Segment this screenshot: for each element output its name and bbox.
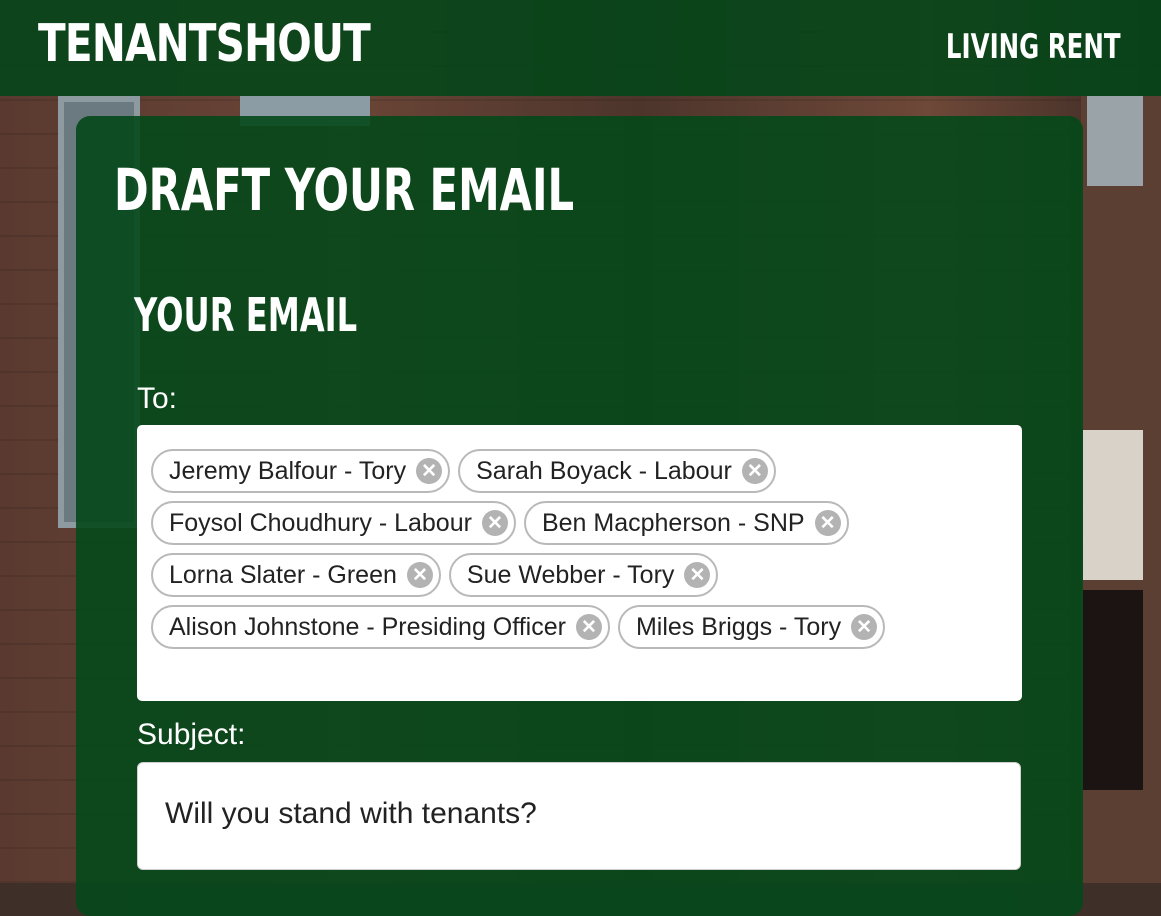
recipient-chip[interactable]: Miles Briggs - Tory ✕: [617, 605, 886, 649]
recipient-chip[interactable]: Sue Webber - Tory ✕: [448, 553, 719, 597]
remove-recipient-icon[interactable]: ✕: [741, 458, 768, 484]
remove-recipient-icon[interactable]: ✕: [684, 562, 711, 588]
remove-recipient-icon[interactable]: ✕: [575, 614, 602, 640]
section-title: YOUR EMAIL: [134, 288, 358, 342]
recipient-chip[interactable]: Jeremy Balfour - Tory ✕: [151, 449, 451, 493]
remove-recipient-icon[interactable]: ✕: [481, 510, 508, 536]
top-nav-bar: TENANTSHOUT LIVING RENT: [0, 0, 1161, 96]
recipient-row: Foysol Choudhury - Labour ✕ Ben Macpherson…: [151, 501, 1022, 545]
brand-logo[interactable]: TENANTSHOUT: [38, 14, 371, 74]
recipient-chip-label: Sarah Boyack - Labour: [476, 456, 732, 485]
draft-email-card: DRAFT YOUR EMAIL YOUR EMAIL To: Jeremy B…: [76, 116, 1083, 916]
recipient-chip-label: Miles Briggs - Tory: [635, 612, 842, 641]
org-link[interactable]: LIVING RENT: [946, 27, 1121, 67]
recipient-chip-label: Alison Johnstone - Presiding Officer: [169, 612, 566, 641]
recipient-chip-label: Sue Webber - Tory: [466, 560, 675, 589]
subject-label: Subject:: [137, 718, 246, 751]
recipient-chip-label: Ben Macpherson - SNP: [541, 508, 805, 537]
recipient-row: Alison Johnstone - Presiding Officer ✕ Mil…: [151, 605, 1022, 649]
remove-recipient-icon[interactable]: ✕: [851, 614, 878, 640]
remove-recipient-icon[interactable]: ✕: [406, 562, 433, 588]
remove-recipient-icon[interactable]: ✕: [814, 510, 841, 536]
recipients-field[interactable]: Jeremy Balfour - Tory ✕ Sarah Boyack - Lab…: [137, 425, 1022, 701]
recipient-chip[interactable]: Sarah Boyack - Labour ✕: [458, 449, 776, 493]
recipient-chip[interactable]: Ben Macpherson - SNP ✕: [523, 501, 849, 545]
recipient-row: Jeremy Balfour - Tory ✕ Sarah Boyack - Lab…: [151, 449, 1022, 493]
recipient-chip[interactable]: Alison Johnstone - Presiding Officer ✕: [151, 605, 610, 649]
page-title: DRAFT YOUR EMAIL: [114, 156, 575, 224]
recipient-chip[interactable]: Foysol Choudhury - Labour ✕: [151, 501, 516, 545]
recipient-row: Lorna Slater - Green ✕ Sue Webber - Tory ✕: [151, 553, 1022, 597]
recipient-chip-label: Lorna Slater - Green: [169, 560, 397, 589]
remove-recipient-icon[interactable]: ✕: [416, 458, 443, 484]
subject-input[interactable]: Will you stand with tenants?: [137, 762, 1021, 870]
to-label: To:: [137, 382, 178, 415]
recipient-chip-label: Foysol Choudhury - Labour: [169, 508, 472, 537]
recipient-chip[interactable]: Lorna Slater - Green ✕: [151, 553, 441, 597]
recipient-chip-label: Jeremy Balfour - Tory: [169, 456, 407, 485]
